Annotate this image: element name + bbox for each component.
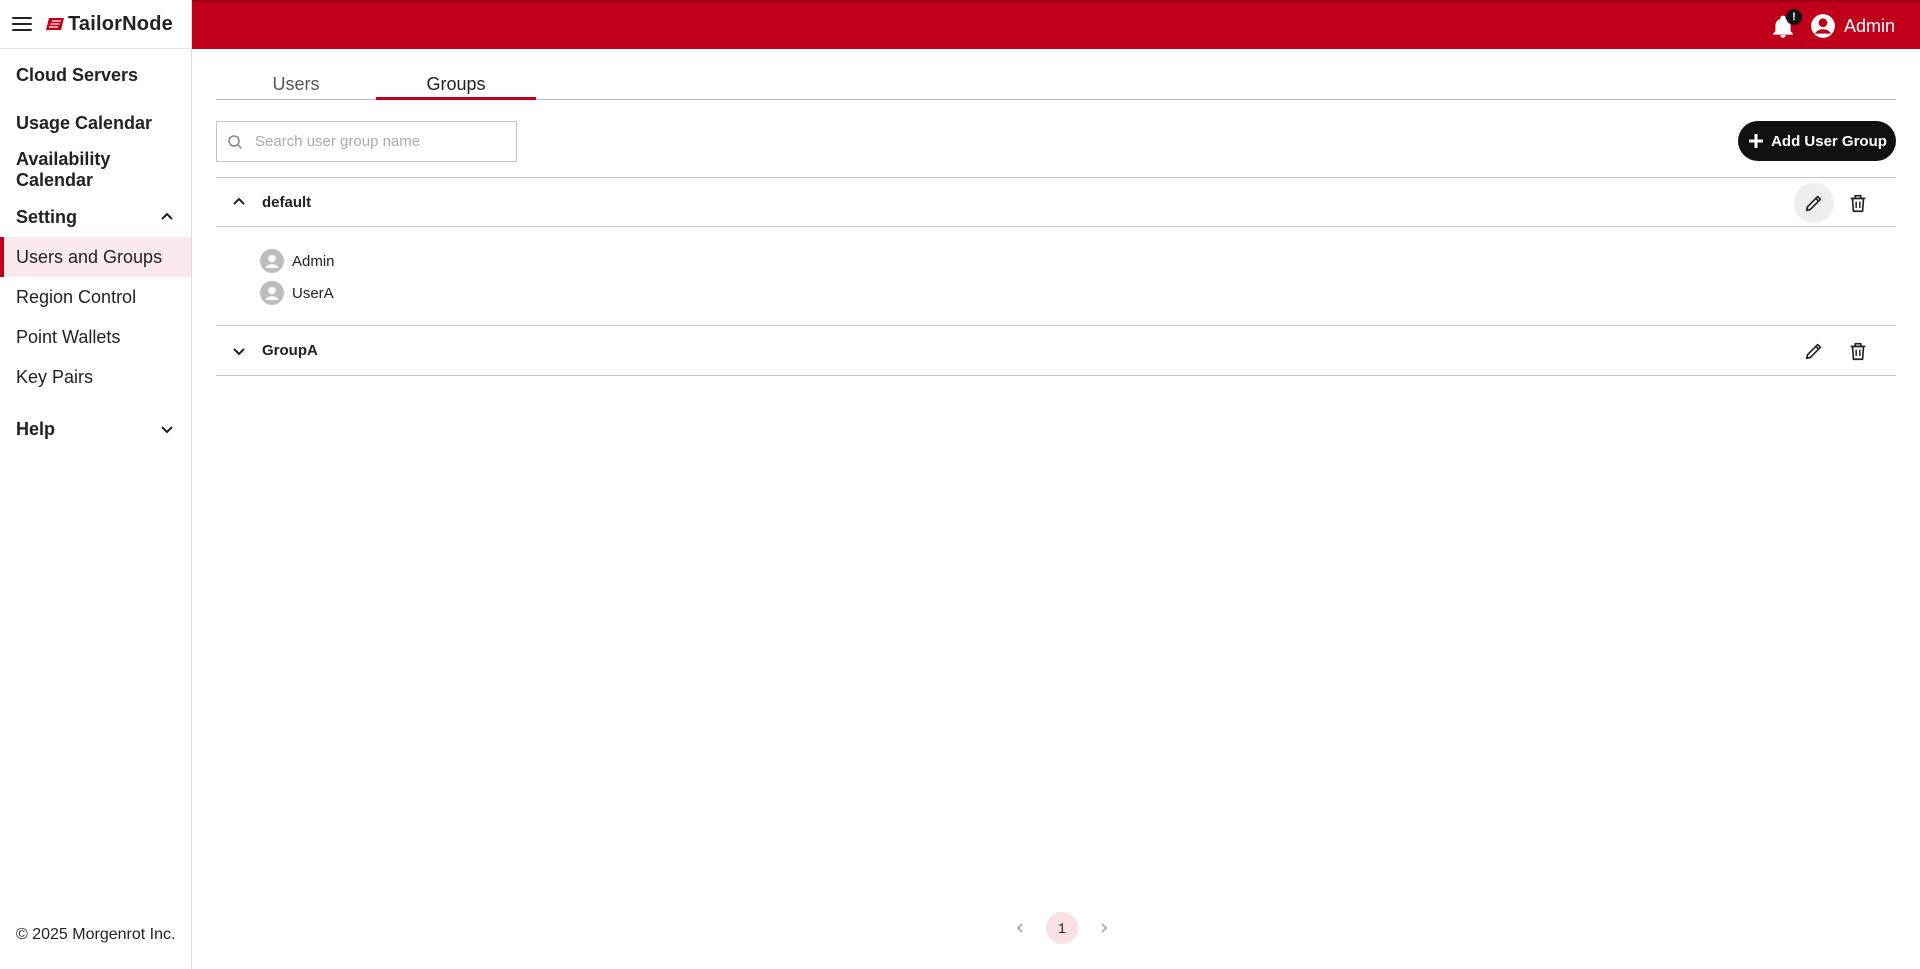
group-expand-toggle[interactable] bbox=[216, 326, 262, 376]
list-item: Admin bbox=[260, 245, 1896, 277]
sidebar-item-point-wallets[interactable]: Point Wallets bbox=[0, 317, 191, 357]
copyright-text: © 2025 Morgenrot Inc. bbox=[16, 926, 176, 943]
list-item: UserA bbox=[260, 277, 1896, 309]
account-circle-icon bbox=[1811, 14, 1835, 38]
member-name: UserA bbox=[292, 284, 334, 302]
group-name: GroupA bbox=[262, 342, 318, 359]
sidebar-group-help[interactable]: Help bbox=[0, 417, 191, 441]
top-bar: ! Admin bbox=[192, 0, 1920, 49]
plus-icon bbox=[1749, 134, 1764, 148]
group-row: default bbox=[216, 177, 1896, 227]
group-row: GroupA bbox=[216, 326, 1896, 376]
pagination: 1 bbox=[1006, 912, 1118, 944]
group-collapse-toggle[interactable] bbox=[216, 177, 262, 227]
next-page-button[interactable] bbox=[1090, 914, 1118, 942]
sidebar-item-label: Region Control bbox=[16, 287, 137, 307]
trash-icon bbox=[1850, 194, 1866, 213]
sidebar-item-key-pairs[interactable]: Key Pairs bbox=[0, 357, 191, 397]
add-user-group-button[interactable]: Add User Group bbox=[1738, 121, 1896, 161]
sidebar-item-label: Setting bbox=[16, 206, 77, 227]
brand-name: TailorNode bbox=[68, 12, 173, 35]
main-content: Users Groups Add User Group bbox=[216, 49, 1896, 969]
delete-group-button[interactable] bbox=[1838, 331, 1878, 371]
pencil-icon bbox=[1805, 343, 1822, 360]
user-name: Admin bbox=[1844, 15, 1896, 36]
tab-groups[interactable]: Groups bbox=[376, 74, 536, 95]
delete-group-button[interactable] bbox=[1838, 183, 1878, 223]
group-list: default Admin UserA GroupA bbox=[216, 177, 1896, 376]
edit-group-button[interactable] bbox=[1794, 183, 1834, 223]
sidebar-item-label: Cloud Servers bbox=[16, 64, 139, 85]
notification-badge: ! bbox=[1786, 9, 1802, 25]
logo[interactable]: TailorNode bbox=[46, 13, 173, 36]
sidebar-item-label: Point Wallets bbox=[16, 327, 121, 347]
chevron-up-icon bbox=[233, 197, 245, 205]
sidebar-item-label: Users and Groups bbox=[16, 247, 163, 267]
search-input[interactable] bbox=[255, 133, 505, 150]
search-icon bbox=[228, 134, 243, 149]
sidebar-item-label: Help bbox=[16, 418, 56, 439]
sidebar-item-label: Usage Calendar bbox=[16, 112, 153, 133]
user-avatar-icon bbox=[260, 249, 284, 273]
brand-bar: TailorNode bbox=[0, 0, 191, 49]
sidebar-group-setting[interactable]: Setting bbox=[0, 205, 191, 229]
user-menu[interactable]: Admin bbox=[1810, 13, 1895, 39]
sidebar: TailorNode Cloud Servers Usage Calendar … bbox=[0, 0, 192, 969]
sidebar-item-region-control[interactable]: Region Control bbox=[0, 277, 191, 317]
active-tab-indicator bbox=[376, 97, 536, 100]
edit-group-button[interactable] bbox=[1794, 331, 1834, 371]
sidebar-item-label: Key Pairs bbox=[16, 367, 94, 387]
chevron-left-icon bbox=[1016, 923, 1023, 933]
group-actions bbox=[1794, 331, 1878, 371]
sidebar-item-cloud-servers[interactable]: Cloud Servers bbox=[0, 63, 191, 87]
sidebar-item-users-and-groups[interactable]: Users and Groups bbox=[0, 237, 191, 277]
search-box bbox=[216, 121, 517, 162]
page-number-button[interactable]: 1 bbox=[1046, 912, 1078, 944]
sidebar-item-usage-calendar[interactable]: Usage Calendar bbox=[0, 111, 191, 135]
tab-bar: Users Groups bbox=[216, 49, 1896, 100]
sidebar-item-availability-calendar[interactable]: Availability Calendar bbox=[0, 149, 150, 191]
add-user-group-label: Add User Group bbox=[1771, 132, 1887, 150]
trash-icon bbox=[1850, 342, 1866, 361]
group-name: default bbox=[262, 193, 312, 211]
hamburger-menu-icon[interactable] bbox=[12, 13, 34, 35]
sidebar-item-label: Availability Calendar bbox=[16, 149, 111, 190]
sidebar-nav: Cloud Servers Usage Calendar Availabilit… bbox=[0, 49, 191, 441]
pencil-icon bbox=[1805, 195, 1822, 212]
app-root: TailorNode Cloud Servers Usage Calendar … bbox=[0, 0, 1920, 969]
tab-users[interactable]: Users bbox=[216, 74, 376, 95]
logo-mark-icon bbox=[46, 18, 64, 30]
member-name: Admin bbox=[292, 252, 335, 270]
chevron-down-icon bbox=[233, 347, 245, 355]
chevron-right-icon bbox=[1101, 923, 1108, 933]
chevron-down-icon bbox=[161, 426, 173, 434]
group-member-list: Admin UserA bbox=[216, 227, 1896, 326]
group-actions bbox=[1794, 183, 1878, 223]
user-avatar-icon bbox=[260, 281, 284, 305]
chevron-up-icon bbox=[161, 212, 173, 220]
previous-page-button[interactable] bbox=[1006, 914, 1034, 942]
